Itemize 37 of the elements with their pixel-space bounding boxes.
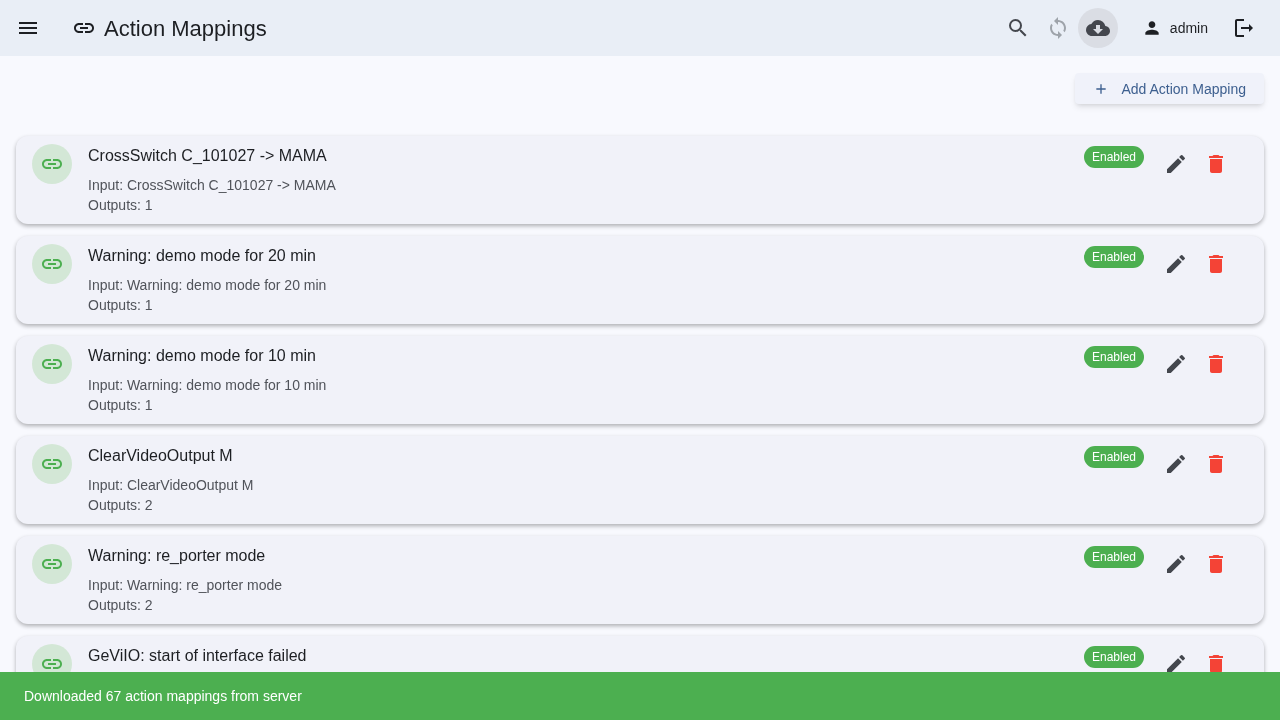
mapping-outputs: Outputs: 2 [88,596,153,615]
status-badge: Enabled [1083,246,1144,268]
mapping-input-text: Input: CrossSwitch C_101027 -> MAMA [88,176,336,195]
status-badge: Enabled [1083,646,1144,668]
user-button[interactable]: admin [1133,8,1216,48]
add-action-mapping-button[interactable]: Add Action Mapping [1075,73,1264,104]
status-badge: Enabled [1083,346,1144,368]
cloud-download-icon[interactable] [1077,8,1118,48]
mapping-card[interactable]: Warning: re_porter mode Input: Warning: re_porter mode Outputs: 2 Enabled [16,536,1264,624]
mapping-card[interactable]: ClearVideoOutput M Input: ClearVideoOutput M Outputs: 2 Enabled [16,436,1264,524]
mapping-outputs: Outputs: 1 [88,296,153,315]
mapping-input-text: Input: Warning: demo mode for 20 min [88,276,327,295]
status-badge: Enabled [1083,446,1144,468]
mapping-title: CrossSwitch C_101027 -> MAMA [88,146,327,166]
mapping-input-text: Input: Warning: re_porter mode [88,576,283,595]
mapping-input-text: Input: ClearVideoOutput M [88,476,254,495]
mapping-outputs: Outputs: 2 [88,496,153,515]
link-avatar [32,244,72,284]
mapping-title: Warning: demo mode for 10 min [88,346,316,366]
mapping-title: GeViIO: start of interface failed [88,646,307,666]
mapping-title: ClearVideoOutput M [88,446,233,466]
link-avatar [32,344,72,384]
link-avatar [32,444,72,484]
mapping-outputs: Outputs: 1 [88,396,153,415]
mapping-card[interactable]: Warning: demo mode for 10 min Input: Warning: demo mode for 10 min Outputs: 1 Enabled [16,336,1264,424]
mapping-input-text: Input: Warning: demo mode for 10 min [88,376,327,395]
mapping-title: Warning: demo mode for 20 min [88,246,316,266]
mapping-card[interactable]: Warning: demo mode for 20 min Input: Warning: demo mode for 20 min Outputs: 1 Enabled [16,236,1264,324]
mapping-title: Warning: re_porter mode [88,546,266,566]
page-title: Action Mappings [104,14,267,43]
mapping-outputs: Outputs: 1 [88,196,153,215]
snackbar: Downloaded 67 action mappings from server [0,672,1280,720]
mapping-card[interactable]: CrossSwitch C_101027 -> MAMA Input: CrossSwitch C_101027 -> MAMA Outputs: 1 Enabled [16,136,1264,224]
link-avatar [32,544,72,584]
status-badge: Enabled [1083,146,1144,168]
status-badge: Enabled [1083,546,1144,568]
link-avatar [32,144,72,184]
